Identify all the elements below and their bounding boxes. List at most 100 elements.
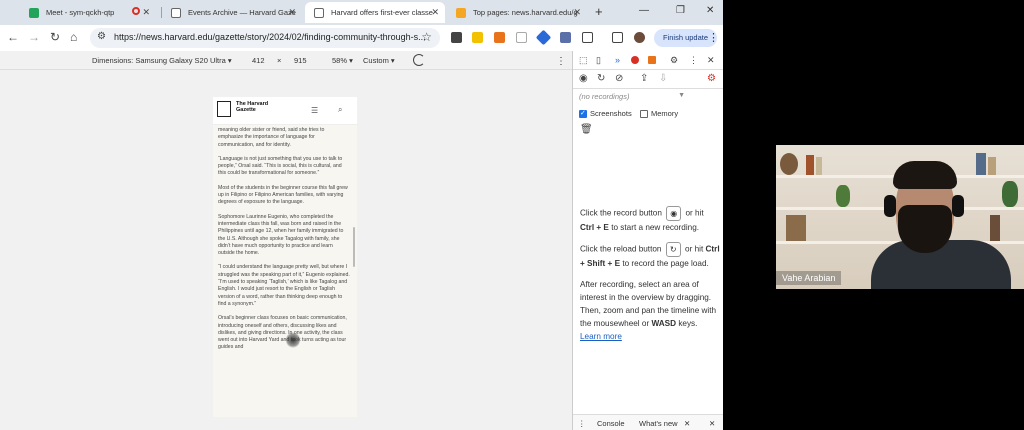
recordings-select[interactable]: (no recordings) ▼	[579, 92, 685, 101]
close-icon[interactable]: ✕	[431, 7, 439, 18]
drawer-menu-icon[interactable]: ⋮	[578, 419, 586, 428]
upload-icon[interactable]: ⇪	[640, 73, 648, 84]
new-tab-button[interactable]: +	[595, 4, 603, 19]
menu-icon[interactable]: ☰	[311, 106, 318, 115]
checkbox-label: Memory	[651, 109, 679, 118]
download-icon[interactable]: ⇩	[659, 73, 667, 84]
device-options-icon[interactable]: ⋮	[556, 56, 566, 67]
tab-strip: Meet - sym-qckh-qtp ✕ Events Archive — H…	[0, 0, 723, 25]
help-reload: Click the reload button ↻ or hit Ctrl + …	[580, 242, 720, 270]
tab-title: Meet - sym-qckh-qtp	[46, 8, 115, 17]
tab-harvard-classes[interactable]: Harvard offers first-ever classe ✕	[305, 2, 445, 23]
close-icon[interactable]: ✕	[288, 7, 296, 18]
touch-cursor-icon	[286, 332, 300, 348]
drawer-tab-whats-new[interactable]: What's new	[639, 419, 678, 428]
capture-settings-icon[interactable]: ⚙	[707, 73, 716, 84]
memory-checkbox[interactable]: Memory	[640, 109, 678, 118]
extensions-puzzle-icon[interactable]	[582, 32, 593, 43]
extension-icon[interactable]	[535, 29, 552, 46]
checkbox-icon	[579, 109, 587, 118]
extension-icon[interactable]	[516, 32, 527, 43]
more-tabs-icon[interactable]: »	[615, 55, 620, 65]
window-close-icon[interactable]: ✕	[706, 5, 714, 16]
webcam-feed: Vahe Arabian	[776, 145, 1024, 289]
device-mode-icon[interactable]: ▯	[596, 55, 601, 66]
record-icon[interactable]: ◉	[579, 73, 588, 84]
extension-icon[interactable]	[472, 32, 483, 43]
browser-menu-icon[interactable]: ⋮	[708, 31, 719, 44]
screen: Meet - sym-qckh-qtp ✕ Events Archive — H…	[0, 0, 1024, 430]
width-input[interactable]: 412	[252, 56, 265, 65]
side-panel-icon[interactable]	[612, 32, 623, 43]
help-overview: After recording, select an area of inter…	[580, 280, 717, 341]
gazette-logo-icon[interactable]	[217, 101, 231, 117]
trash-icon[interactable]: 🗑	[580, 124, 593, 135]
address-bar[interactable]: ⚙ https://news.harvard.edu/gazette/story…	[90, 28, 440, 48]
extension-icon[interactable]	[451, 32, 462, 43]
search-icon[interactable]: ⌕	[338, 105, 342, 115]
clear-icon[interactable]: ⊘	[615, 73, 623, 84]
site-logo[interactable]: The Harvard Gazette	[236, 101, 276, 113]
close-icon[interactable]: ✕	[573, 7, 581, 18]
extension-icon[interactable]	[560, 32, 571, 43]
reload-icon[interactable]: ↻	[665, 242, 681, 257]
error-badge-icon[interactable]	[631, 56, 639, 64]
throttle-dropdown[interactable]: Custom ▾	[363, 56, 395, 65]
mobile-page: The Harvard Gazette ☰ ⌕ meaning older si…	[213, 97, 357, 417]
minimize-icon[interactable]: —	[639, 5, 649, 16]
scrollbar-thumb[interactable]	[353, 227, 355, 267]
back-arrow-icon[interactable]: ←	[7, 30, 19, 44]
tab-events-archive[interactable]: Events Archive — Harvard Gaze ✕	[162, 2, 302, 23]
close-devtools-icon[interactable]: ✕	[707, 55, 715, 66]
restore-icon[interactable]: ❐	[676, 5, 685, 16]
inspect-element-icon[interactable]: ⬚	[579, 55, 588, 66]
reload-icon[interactable]: ↻	[50, 30, 60, 44]
screenshots-checkbox[interactable]: Screenshots	[579, 109, 632, 118]
tab-meet[interactable]: Meet - sym-qckh-qtp ✕	[20, 2, 156, 23]
performance-actions: ◉ ↻ ⊘ ⇪ ⇩ ⚙	[573, 70, 723, 89]
settings-gear-icon[interactable]: ⚙	[670, 55, 678, 66]
tab-top-pages[interactable]: Top pages: news.harvard.edu/g ✕	[447, 2, 587, 23]
analytics-icon	[456, 8, 466, 18]
person-beard	[898, 205, 952, 253]
zoom-dropdown[interactable]: 58% ▾	[332, 56, 353, 65]
devtools-menu-icon[interactable]: ⋮	[689, 55, 698, 66]
headset-icon	[952, 195, 964, 217]
rotate-icon[interactable]	[413, 54, 425, 66]
site-settings-icon[interactable]: ⚙	[97, 31, 106, 42]
paragraph: “Language is not just something that you…	[218, 155, 343, 177]
paragraph: “I could understand the language pretty …	[218, 264, 350, 307]
bookmark-star-icon[interactable]: ☆	[421, 30, 432, 44]
device-toolbar: Dimensions: Samsung Galaxy S20 Ultra ▾ 4…	[0, 51, 572, 70]
page-viewport: Dimensions: Samsung Galaxy S20 Ultra ▾ 4…	[0, 51, 572, 430]
device-dropdown[interactable]: Dimensions: Samsung Galaxy S20 Ultra ▾	[92, 56, 232, 65]
record-icon[interactable]: ◉	[666, 206, 682, 221]
extension-icon[interactable]	[494, 32, 505, 43]
browser-toolbar: ← → ↻ ⌂ ⚙ https://news.harvard.edu/gazet…	[0, 25, 723, 51]
tab-title: Top pages: news.harvard.edu/g	[473, 8, 578, 17]
recordings-select-value: (no recordings)	[579, 92, 630, 101]
close-icon[interactable]: ✕	[142, 7, 150, 18]
times-sign: ×	[277, 56, 282, 65]
url-text: https://news.harvard.edu/gazette/story/2…	[114, 32, 426, 42]
reload-record-icon[interactable]: ↻	[597, 73, 605, 84]
site-header: The Harvard Gazette ☰ ⌕	[213, 97, 357, 125]
tab-title: Events Archive — Harvard Gaze	[188, 8, 296, 17]
warning-badge-icon[interactable]	[648, 56, 656, 64]
performance-help: Click the record button ◉ or hit Ctrl + …	[580, 206, 720, 351]
devtools-panel: ⬚ ▯ » ⚙ ⋮ ✕ ◉ ↻ ⊘ ⇪ ⇩ ⚙ (no recordings) …	[572, 51, 723, 430]
height-input[interactable]: 915	[294, 56, 307, 65]
close-icon[interactable]: ✕	[684, 419, 690, 428]
article-body: meaning older sister or friend, said she…	[218, 127, 350, 359]
person-hair	[893, 161, 957, 189]
paragraph: Sophomore Laurinne Eugenio, who complete…	[218, 213, 344, 257]
page-icon	[314, 8, 324, 18]
forward-arrow-icon[interactable]: →	[28, 30, 40, 44]
devtools-drawer: ⋮ Console What's new ✕ ✕	[573, 414, 723, 430]
devtools-tabbar: ⬚ ▯ » ⚙ ⋮ ✕	[573, 51, 723, 70]
close-drawer-icon[interactable]: ✕	[709, 419, 715, 428]
avatar[interactable]	[634, 32, 645, 43]
home-icon[interactable]: ⌂	[70, 30, 77, 44]
drawer-tab-console[interactable]: Console	[597, 419, 625, 428]
learn-more-link[interactable]: Learn more	[580, 332, 622, 341]
